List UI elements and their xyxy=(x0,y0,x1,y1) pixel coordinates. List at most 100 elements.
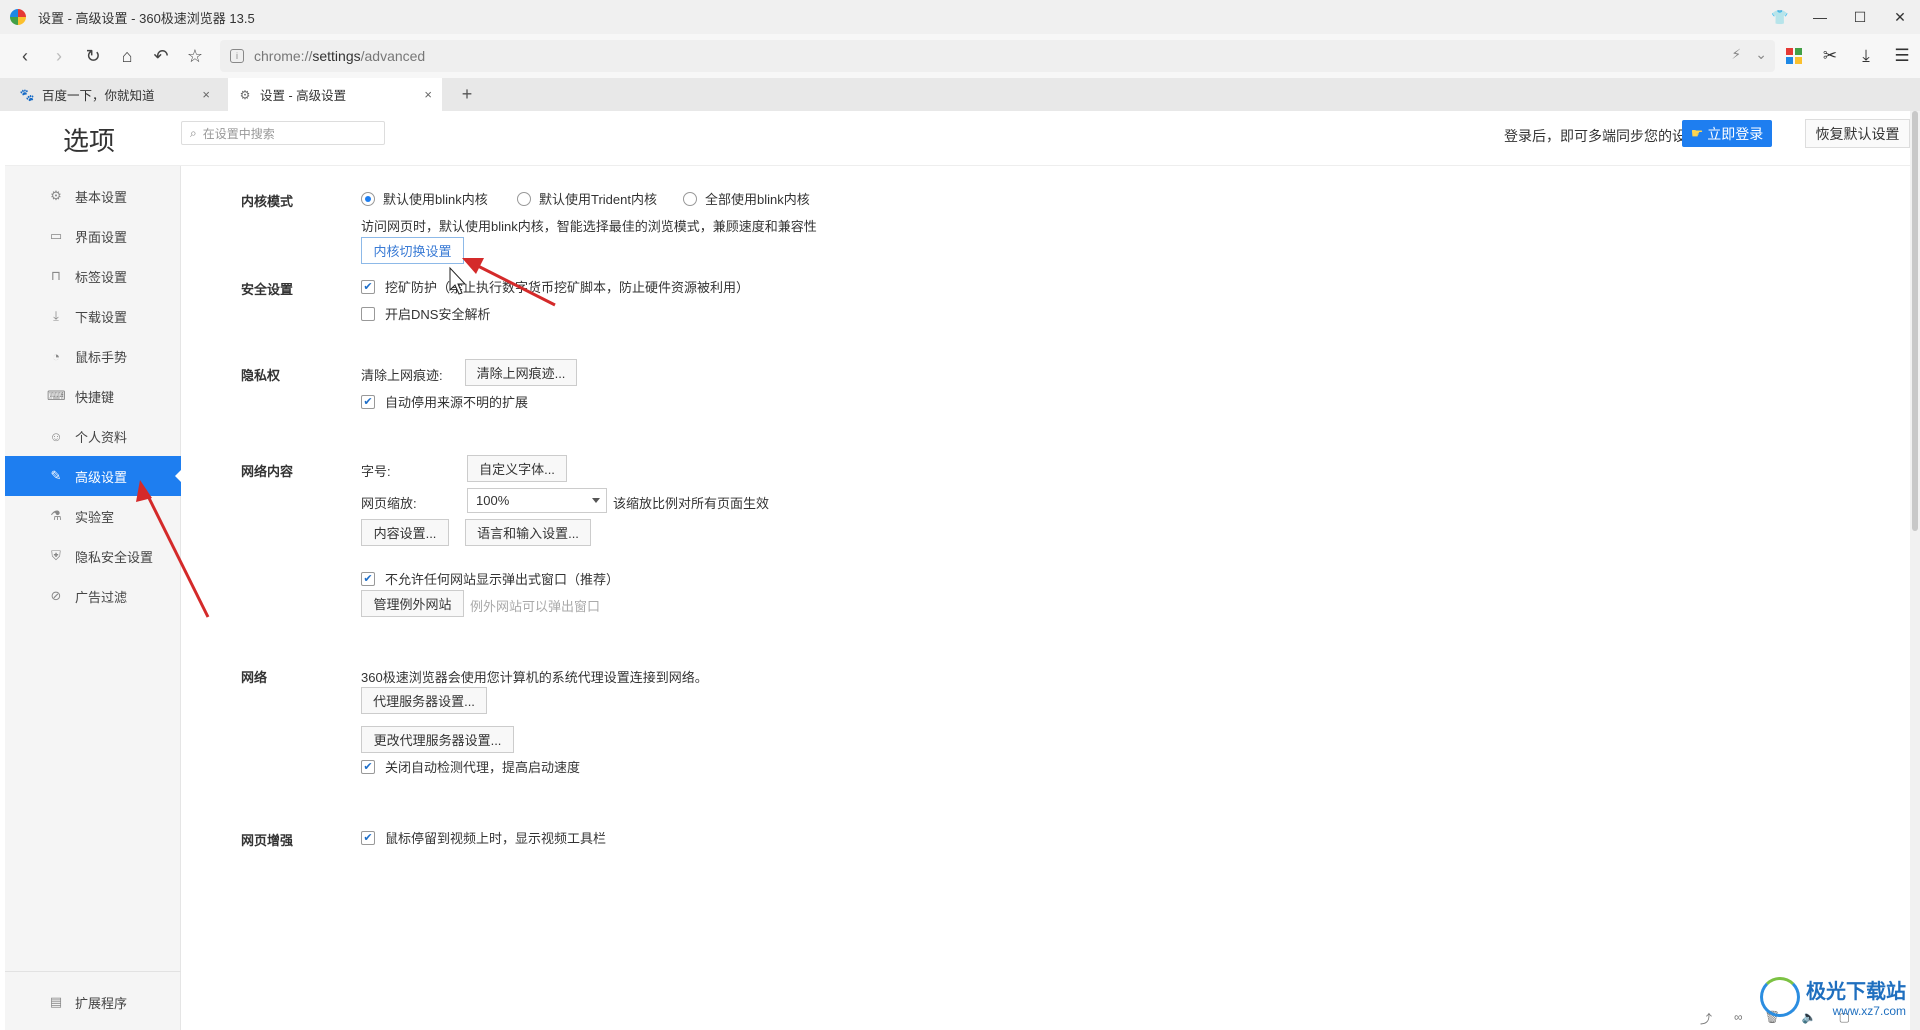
browser-logo-icon xyxy=(10,9,26,25)
forward-icon[interactable]: › xyxy=(42,39,76,73)
user-icon: ☺ xyxy=(49,428,63,444)
extension-icon: ▤ xyxy=(49,994,63,1009)
sidebar-item-privacy-security[interactable]: ⛨ 隐私安全设置 xyxy=(5,536,181,576)
sidebar-item-shortcuts[interactable]: ⌨ 快捷键 xyxy=(5,376,181,416)
checkbox[interactable]: ✔ xyxy=(361,830,375,845)
sidebar-item-download[interactable]: ⤓ 下载设置 xyxy=(5,296,181,336)
shield-icon: ⛨ xyxy=(51,548,61,563)
manage-exceptions-button[interactable]: 管理例外网站 xyxy=(361,590,464,617)
checkbox-block-popups[interactable]: ✔ 不允许任何网站显示弹出式窗口（推荐） xyxy=(361,569,619,588)
radio-kernel-trident-default[interactable]: 默认使用Trident内核 xyxy=(517,189,657,208)
sidebar-item-profile[interactable]: ☺ 个人资料 xyxy=(5,416,181,456)
close-window-button[interactable]: ✕ xyxy=(1880,0,1920,34)
clear-history-label: 清除上网痕迹: xyxy=(361,368,443,383)
radio-kernel-blink-all[interactable]: 全部使用blink内核 xyxy=(683,189,810,208)
kernel-description: 访问网页时，默认使用blink内核，智能选择最佳的浏览模式，兼顾速度和兼容性 xyxy=(361,219,817,234)
sidebar-item-advanced[interactable]: ✎ 高级设置 xyxy=(5,456,181,496)
reload-icon[interactable]: ↻ xyxy=(76,39,110,73)
checkbox[interactable]: ✔ xyxy=(361,571,375,586)
checkbox-video-toolbar[interactable]: ✔ 鼠标停留到视频上时，显示视频工具栏 xyxy=(361,828,606,847)
link-icon[interactable]: ∞ xyxy=(1734,1010,1743,1027)
section-title-privacy: 隐私权 xyxy=(241,368,281,383)
scissors-icon[interactable]: ✂ xyxy=(1812,40,1848,72)
checkbox[interactable]: ✔ xyxy=(361,279,375,294)
checkbox[interactable]: ✔ xyxy=(361,394,375,409)
download-icon[interactable]: ⤓ xyxy=(1848,40,1884,72)
checkbox-disable-auto-proxy-detect[interactable]: ✔ 关闭自动检测代理，提高启动速度 xyxy=(361,757,580,776)
radio-button[interactable] xyxy=(517,191,531,206)
tab-strip: 🐾 百度一下，你就知道 × ⚙ 设置 - 高级设置 × + xyxy=(0,78,1920,111)
kernel-switch-button[interactable]: 内核切换设置 xyxy=(361,237,464,264)
settings-search-input[interactable]: ⌕ 在设置中搜索 xyxy=(181,121,385,145)
login-button[interactable]: ☛ 立即登录 xyxy=(1682,120,1772,147)
window-title: 设置 - 高级设置 - 360极速浏览器 13.5 xyxy=(38,10,255,26)
manage-exceptions-note: 例外网站可以弹出窗口 xyxy=(470,599,601,614)
page-title: 选项 xyxy=(63,126,116,156)
settings-content: 内核模式 默认使用blink内核 默认使用Trident内核 全部使用blink… xyxy=(182,166,1909,1030)
title-bar: 设置 - 高级设置 - 360极速浏览器 13.5 👕 — ☐ ✕ xyxy=(0,0,1920,34)
maximize-button[interactable]: ☐ xyxy=(1840,0,1880,34)
apps-grid-icon[interactable] xyxy=(1776,40,1812,72)
mouse-icon: ◔ xyxy=(52,348,60,364)
search-icon: ⌕ xyxy=(190,125,197,140)
sidebar-item-tabs[interactable]: ⊓ 标签设置 xyxy=(5,256,181,296)
proxy-settings-button[interactable]: 代理服务器设置... xyxy=(361,687,487,714)
section-title-security: 安全设置 xyxy=(241,282,294,297)
security-info-icon[interactable]: i xyxy=(230,49,244,63)
checkbox[interactable] xyxy=(361,306,375,321)
section-title-web-content: 网络内容 xyxy=(241,464,294,479)
checkbox-mining-protection[interactable]: ✔ 挖矿防护（禁止执行数字货币挖矿脚本，防止硬件资源被利用） xyxy=(361,277,749,296)
radio-kernel-blink-default[interactable]: 默认使用blink内核 xyxy=(361,189,488,208)
tab-baidu[interactable]: 🐾 百度一下，你就知道 × xyxy=(10,78,220,111)
sidebar-item-mouse-gesture[interactable]: ◔ 鼠标手势 xyxy=(5,336,181,376)
share-icon[interactable]: ⤴ xyxy=(1700,1010,1712,1027)
reset-defaults-button[interactable]: 恢复默认设置 xyxy=(1805,119,1910,148)
checkbox[interactable]: ✔ xyxy=(361,759,375,774)
tab-settings[interactable]: ⚙ 设置 - 高级设置 × xyxy=(228,78,442,111)
close-tab-icon[interactable]: × xyxy=(424,87,432,102)
site-watermark: 极光下载站 www.xz7.com xyxy=(1760,975,1906,1018)
skin-icon[interactable]: 👕 xyxy=(1760,0,1800,34)
close-tab-icon[interactable]: × xyxy=(202,87,210,102)
gear-icon: ⚙ xyxy=(50,188,62,203)
change-proxy-settings-button[interactable]: 更改代理服务器设置... xyxy=(361,726,514,753)
new-tab-button[interactable]: + xyxy=(452,78,482,111)
sidebar-item-ad-filter[interactable]: ⊘ 广告过滤 xyxy=(5,576,181,616)
radio-button[interactable] xyxy=(683,191,697,206)
clear-history-button[interactable]: 清除上网痕迹... xyxy=(465,359,577,386)
keyboard-icon: ⌨ xyxy=(47,388,66,403)
sidebar-footer: ▤ 扩展程序 xyxy=(5,971,181,1030)
checkbox-auto-disable-extensions[interactable]: ✔ 自动停用来源不明的扩展 xyxy=(361,392,528,411)
wrench-icon: ✎ xyxy=(50,468,62,483)
gear-icon: ⚙ xyxy=(239,87,251,102)
checkbox-dns-secure[interactable]: 开启DNS安全解析 xyxy=(361,304,490,323)
sidebar-item-interface[interactable]: ▭ 界面设置 xyxy=(5,216,181,256)
lightning-icon[interactable]: ⚡ xyxy=(1731,46,1741,63)
favorite-star-icon[interactable]: ☆ xyxy=(178,39,212,73)
flask-icon: ⚗ xyxy=(50,508,62,523)
sidebar-item-lab[interactable]: ⚗ 实验室 xyxy=(5,496,181,536)
zoom-note: 该缩放比例对所有页面生效 xyxy=(613,496,770,511)
custom-font-button[interactable]: 自定义字体... xyxy=(467,455,567,482)
tab-label: 百度一下，你就知道 xyxy=(42,89,155,103)
network-description: 360极速浏览器会使用您计算机的系统代理设置连接到网络。 xyxy=(361,670,708,685)
menu-icon[interactable]: ☰ xyxy=(1884,40,1920,72)
sidebar-item-extensions[interactable]: ▤ 扩展程序 xyxy=(5,982,181,1022)
content-settings-button[interactable]: 内容设置... xyxy=(361,519,449,546)
radio-button[interactable] xyxy=(361,191,375,206)
chevron-down-icon[interactable]: ⌄ xyxy=(1755,46,1767,63)
url-text[interactable]: chrome://settings/advanced xyxy=(254,48,425,64)
address-bar[interactable]: i chrome://settings/advanced ⚡ ⌄ xyxy=(220,40,1775,72)
zoom-select[interactable]: 100% xyxy=(467,488,607,513)
section-title-web-enhance: 网页增强 xyxy=(241,833,294,848)
minimize-button[interactable]: — xyxy=(1800,0,1840,34)
undo-close-icon[interactable]: ↶ xyxy=(144,39,178,73)
home-icon[interactable]: ⌂ xyxy=(110,39,144,73)
back-icon[interactable]: ‹ xyxy=(8,39,42,73)
scrollbar-thumb[interactable] xyxy=(1912,111,1918,531)
language-input-settings-button[interactable]: 语言和输入设置... xyxy=(465,519,591,546)
sidebar-item-basic[interactable]: ⚙ 基本设置 xyxy=(5,176,181,216)
page-scrollbar[interactable] xyxy=(1910,111,1920,1030)
watermark-name: 极光下载站 xyxy=(1806,979,1906,1003)
settings-sidebar: ⚙ 基本设置 ▭ 界面设置 ⊓ 标签设置 ⤓ 下载设置 ◔ 鼠标手势 ⌨ 快捷键 ☺ 个人资料… xyxy=(5,166,181,1030)
